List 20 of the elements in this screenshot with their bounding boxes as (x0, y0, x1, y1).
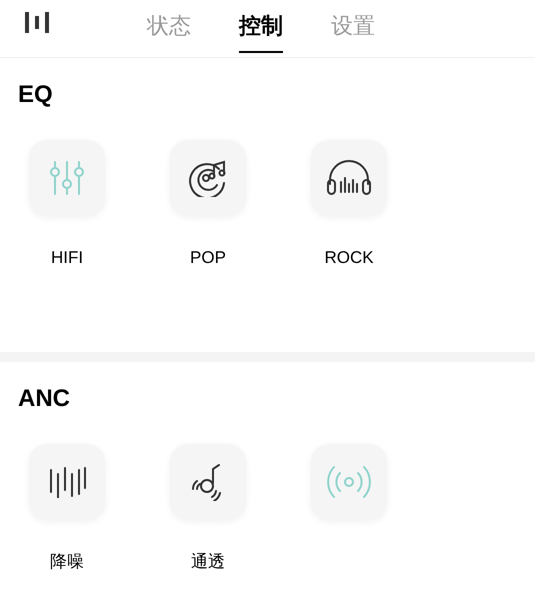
mode-button[interactable] (29, 444, 105, 520)
headphones-icon (326, 160, 372, 196)
signal-waves-icon (327, 465, 371, 499)
mode-button[interactable] (170, 444, 246, 520)
mode-label: 降噪 (50, 551, 84, 573)
sliders-icon (49, 160, 85, 196)
sound-bars-icon (48, 466, 86, 498)
section-title: ANC (18, 384, 71, 414)
music-disc-icon (189, 159, 227, 197)
mode-label: 通透 (191, 551, 225, 573)
mode-label: POP (190, 247, 226, 269)
tab[interactable]: 状态 (147, 4, 191, 52)
tab[interactable]: 设置 (331, 4, 375, 52)
mode-button[interactable] (170, 140, 246, 216)
mode-label: HIFI (50, 247, 84, 269)
section-title: EQ (18, 80, 54, 110)
mode-label: ROCK (324, 247, 374, 269)
tab[interactable]: 控制 (239, 4, 283, 52)
mode-button[interactable] (311, 140, 387, 216)
menu-icon[interactable] (25, 12, 49, 33)
